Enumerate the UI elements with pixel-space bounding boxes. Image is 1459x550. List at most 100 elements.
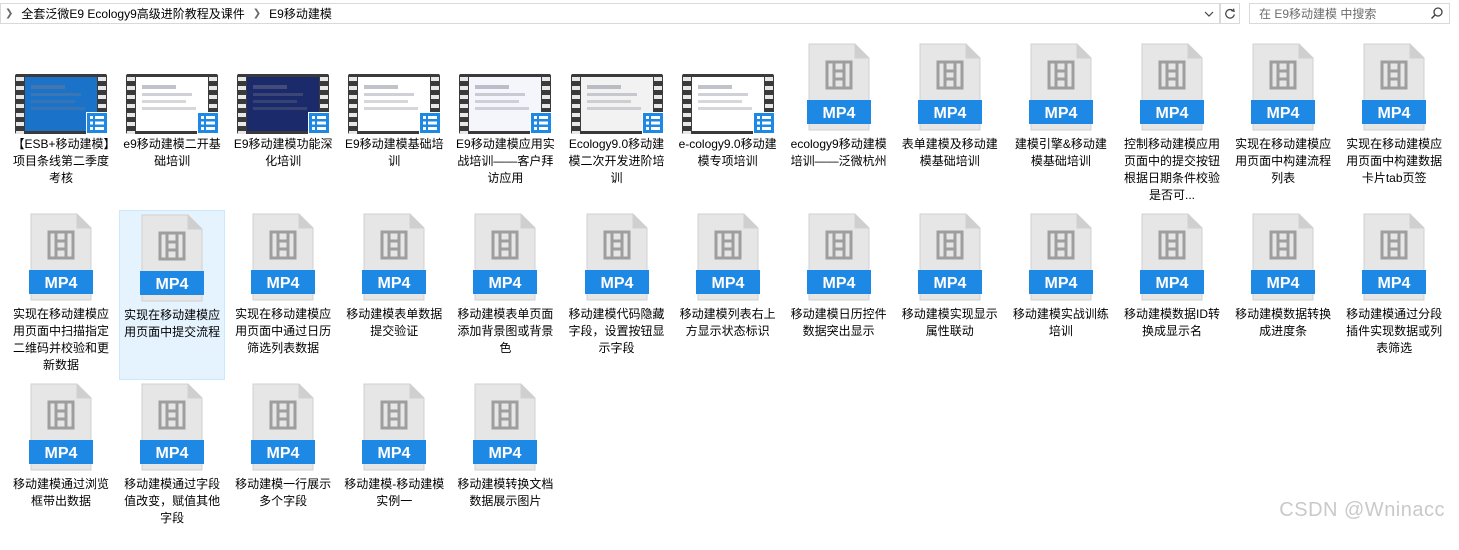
breadcrumb-item-current[interactable]: E9移动建模 [269,5,332,22]
refresh-button[interactable] [1220,3,1240,24]
breadcrumb-chevron-icon[interactable]: ❯ [5,8,13,19]
svg-text:MP4: MP4 [822,105,855,122]
file-item[interactable]: E9移动建模应用实战培训——客户拜访应用 [452,40,558,210]
file-thumbnail: MP4 [347,210,441,304]
file-item[interactable]: E9移动建模功能深化培训 [230,40,336,210]
svg-text:MP4: MP4 [711,275,744,292]
mp4-file-icon: MP4 [917,43,982,131]
file-name: 【ESB+移动建模】项目条线第二季度考核 [12,137,110,185]
search-icon[interactable] [1430,6,1444,23]
file-name: 表单建模及移动建模基础培训 [901,137,998,168]
file-item[interactable]: e9移动建模二开基础培训 [119,40,225,210]
file-name: Ecology9.0移动建模二次开发进阶培训 [568,137,665,185]
svg-text:MP4: MP4 [156,445,189,462]
mp4-file-icon: MP4 [140,383,205,471]
file-thumbnail: MP4 [792,40,886,134]
file-item[interactable]: MP4 移动建模-移动建模实例一 [341,380,447,550]
file-item[interactable]: MP4 实现在移动建模应用页面中扫描指定二维码并校验和更新数据 [8,210,114,380]
file-item[interactable]: MP4 实现在移动建模应用页面中通过日历筛选列表数据 [230,210,336,380]
svg-text:MP4: MP4 [1267,275,1300,292]
svg-text:MP4: MP4 [1156,105,1189,122]
file-item[interactable]: MP4 实现在移动建模应用页面中提交流程 [119,210,226,380]
file-item[interactable]: MP4 移动建模数据ID转换成显示名 [1119,210,1225,380]
address-bar[interactable]: ❯ 全套泛微E9 Ecology9高级进阶教程及课件 ❯ E9移动建模 [0,3,1220,24]
svg-text:MP4: MP4 [267,445,300,462]
file-item[interactable]: MP4 移动建模表单数据提交验证 [341,210,447,380]
file-item[interactable]: MP4 移动建模数据转换成进度条 [1230,210,1336,380]
mp4-file-icon: MP4 [29,383,93,471]
file-item[interactable]: MP4 移动建模表单页面添加背景图或背景色 [452,210,558,380]
mp4-file-icon: MP4 [473,383,538,471]
svg-text:MP4: MP4 [45,275,78,292]
file-thumbnail: MP4 [1125,40,1219,134]
file-item[interactable]: MP4 表单建模及移动建模基础培训 [897,40,1003,210]
file-name: 移动建模日历控件数据突出显示 [790,307,887,338]
file-item[interactable]: MP4 实现在移动建模应用页面中构建流程列表 [1230,40,1336,210]
file-item[interactable]: MP4 控制移动建模应用页面中的提交按钮根据日期条件校验是否可... [1119,40,1225,210]
address-bar-row: ❯ 全套泛微E9 Ecology9高级进阶教程及课件 ❯ E9移动建模 在 E9… [0,0,1459,30]
file-item[interactable]: MP4 移动建模实战训练培训 [1008,210,1114,380]
mp4-file-icon: MP4 [806,43,871,131]
chevron-down-icon[interactable] [1201,4,1217,23]
file-thumbnail: MP4 [458,380,552,474]
mp4-file-icon: MP4 [29,213,93,301]
mp4-file-icon: MP4 [1362,43,1427,131]
mp4-file-icon: MP4 [1251,43,1316,131]
svg-text:MP4: MP4 [933,105,966,122]
file-item[interactable]: MP4 移动建模转换文档数据展示图片 [452,380,558,550]
search-input[interactable]: 在 E9移动建模 中搜索 [1249,3,1450,24]
file-name: e9移动建模二开基础培训 [123,137,221,168]
file-thumbnail: MP4 [125,380,219,474]
file-item[interactable]: MP4 ecology9移动建模培训——泛微杭州 [786,40,892,210]
file-name: E9移动建模基础培训 [344,137,444,168]
file-thumbnail: MP4 [903,210,997,304]
file-item[interactable]: MP4 建模引擎&移动建模基础培训 [1008,40,1114,210]
file-thumbnail [570,40,664,134]
file-item[interactable]: MP4 移动建模通过字段值改变，赋值其他字段 [119,380,225,550]
file-item[interactable]: MP4 移动建模代码隐藏字段，设置按钮显示字段 [564,210,670,380]
mp4-file-icon: MP4 [251,383,316,471]
file-name: 移动建模表单数据提交验证 [346,307,443,338]
file-item[interactable]: MP4 移动建模通过浏览框带出数据 [8,380,114,550]
file-name: 移动建模通过字段值改变，赋值其他字段 [124,477,221,525]
svg-text:MP4: MP4 [156,276,189,293]
file-name: 移动建模通过浏览框带出数据 [12,477,109,508]
svg-text:MP4: MP4 [378,445,411,462]
file-item[interactable]: Ecology9.0移动建模二次开发进阶培训 [564,40,670,210]
mp4-file-icon: MP4 [1251,213,1316,301]
file-thumbnail: MP4 [236,210,330,304]
file-item[interactable]: e-cology9.0移动建模专项培训 [675,40,781,210]
mp4-file-icon: MP4 [1028,213,1093,301]
file-item[interactable]: MP4 移动建模列表右上方显示状态标识 [675,210,781,380]
svg-text:MP4: MP4 [600,275,633,292]
file-thumbnail [14,40,108,134]
svg-text:MP4: MP4 [1378,105,1411,122]
mp4-file-icon: MP4 [1140,43,1204,131]
search-placeholder: 在 E9移动建模 中搜索 [1259,7,1377,21]
file-name: E9移动建模功能深化培训 [233,137,333,168]
video-badge-icon [752,112,775,134]
file-name: e-cology9.0移动建模专项培训 [678,137,777,168]
mp4-file-icon: MP4 [806,213,871,301]
file-thumbnail: MP4 [14,210,108,304]
file-item[interactable]: MP4 移动建模一行展示多个字段 [230,380,336,550]
video-badge-icon [419,112,442,134]
file-thumbnail: MP4 [1347,210,1441,304]
file-thumbnail: MP4 [458,210,552,304]
file-item[interactable]: MP4 移动建模实现显示属性联动 [897,210,1003,380]
file-item[interactable]: MP4 移动建模日历控件数据突出显示 [786,210,892,380]
file-name: 移动建模数据转换成进度条 [1235,307,1332,338]
file-name: 实现在移动建模应用页面中提交流程 [124,308,221,339]
file-name: 移动建模实战训练培训 [1012,307,1109,338]
file-thumbnail [125,40,220,134]
file-name: 移动建模代码隐藏字段，设置按钮显示字段 [568,307,665,355]
breadcrumb-item-root[interactable]: 全套泛微E9 Ecology9高级进阶教程及课件 [21,5,244,22]
file-item[interactable]: E9移动建模基础培训 [341,40,447,210]
file-thumbnail: MP4 [792,210,886,304]
file-item[interactable]: MP4 移动建模通过分段插件实现数据或列表筛选 [1341,210,1447,380]
file-item[interactable]: 【ESB+移动建模】项目条线第二季度考核 [8,40,114,210]
svg-text:MP4: MP4 [1044,105,1077,122]
file-item[interactable]: MP4 实现在移动建模应用页面中构建数据卡片tab页签 [1341,40,1447,210]
breadcrumb-separator-icon[interactable]: ❯ [253,8,261,19]
file-name: 实现在移动建模应用页面中扫描指定二维码并校验和更新数据 [12,307,109,372]
